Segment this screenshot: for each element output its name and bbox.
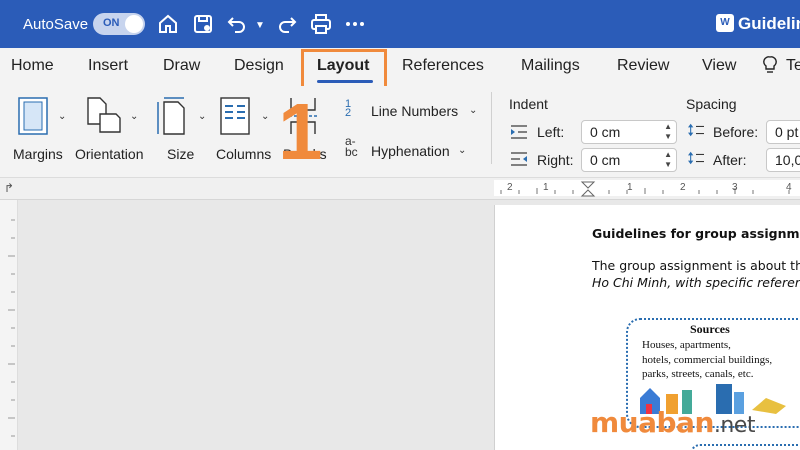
spacing-after-input[interactable]: 10,0: [766, 148, 800, 172]
watermark-brand: muaban: [590, 406, 714, 439]
ribbon-divider: [491, 92, 492, 164]
columns-button[interactable]: ⌄ Columns: [215, 94, 275, 166]
spacing-before-icon: [688, 123, 704, 137]
indent-left-value: 0 cm: [590, 124, 621, 140]
sources-line: Houses, apartments,: [642, 339, 731, 351]
undo-icon[interactable]: [225, 12, 249, 36]
tab-mailings[interactable]: Mailings: [521, 57, 580, 75]
tab-design[interactable]: Design: [234, 57, 284, 75]
document-heading: Guidelines for group assignment:: [592, 226, 800, 241]
autosave-state: ON: [103, 17, 120, 29]
undo-dropdown-icon[interactable]: ▼: [255, 20, 265, 31]
document-paragraph-line: Ho Chi Minh, with specific referen: [592, 275, 800, 290]
ruler-number: 1: [627, 182, 633, 193]
spacing-before-label: Before:: [713, 124, 759, 140]
hyphenation-label: Hyphenation: [371, 143, 450, 159]
watermark-suffix: .net: [713, 413, 756, 438]
more-icon[interactable]: [343, 12, 367, 36]
second-box: [690, 444, 800, 450]
vertical-ruler-ticks: [8, 219, 15, 437]
lightbulb-icon[interactable]: [762, 55, 778, 80]
ruler-ticks: [500, 181, 790, 197]
home-icon[interactable]: [156, 12, 180, 36]
autosave-label: AutoSave: [23, 16, 89, 33]
margins-icon: [18, 97, 48, 135]
indent-right-value: 0 cm: [590, 152, 621, 168]
spacing-before-value: 0 pt: [775, 124, 799, 140]
step-number-annotation: 1: [278, 87, 323, 176]
indent-left-icon: [511, 125, 527, 139]
horizontal-ruler[interactable]: ↱ 2 1 1 2 3 4: [0, 178, 800, 200]
ruler-number: 4: [786, 182, 792, 193]
indent-right-stepper[interactable]: ▲ ▼: [664, 150, 672, 170]
word-app-icon: W: [716, 14, 734, 32]
tab-insert[interactable]: Insert: [88, 57, 128, 75]
margins-dropdown-icon: ⌄: [58, 111, 67, 122]
title-bar: AutoSave ON ▼ W Guidelin: [0, 0, 800, 48]
autosave-toggle[interactable]: ON: [93, 13, 145, 35]
layout-tab-highlight: [301, 49, 387, 91]
margins-label: Margins: [13, 146, 63, 162]
ruler-number: 2: [507, 182, 513, 193]
save-icon[interactable]: [191, 12, 215, 36]
tab-review[interactable]: Review: [617, 57, 669, 75]
hyphenation-dropdown-icon: ⌄: [458, 145, 467, 156]
spacing-after-icon: [688, 151, 704, 165]
ruler-number: 1: [543, 182, 549, 193]
indent-right-label: Right:: [537, 152, 574, 168]
line-numbers-icon: 12: [345, 98, 352, 119]
tab-home[interactable]: Home: [11, 57, 54, 75]
columns-icon: [220, 97, 250, 135]
document-title: Guidelin: [738, 14, 800, 33]
muaban-watermark: muaban.net: [590, 406, 755, 439]
indent-right-icon: [511, 152, 527, 166]
sources-line: hotels, commercial buildings,: [642, 354, 773, 366]
redo-icon[interactable]: [275, 12, 299, 36]
document-paragraph-line: The group assignment is about the: [592, 258, 800, 273]
toggle-knob: [125, 15, 143, 33]
sources-title: Sources: [690, 322, 730, 336]
ruler-number: 3: [732, 182, 738, 193]
orientation-button[interactable]: ⌄ Orientation: [74, 94, 150, 166]
tab-references[interactable]: References: [402, 57, 484, 75]
spacing-before-input[interactable]: 0 pt: [766, 120, 800, 144]
indent-left-label: Left:: [537, 124, 565, 140]
tab-draw[interactable]: Draw: [163, 57, 200, 75]
orientation-icon: [87, 97, 121, 133]
indent-title: Indent: [509, 96, 548, 112]
size-dropdown-icon: ⌄: [198, 111, 207, 122]
vertical-ruler[interactable]: [0, 200, 18, 450]
spacing-after-value: 10,0: [775, 152, 800, 168]
print-icon[interactable]: [309, 12, 333, 36]
ruler-number: 2: [680, 182, 686, 193]
tab-stop-icon[interactable]: ↱: [4, 181, 14, 195]
indent-left-input[interactable]: 0 cm ▲ ▼: [581, 120, 677, 144]
size-button[interactable]: ⌄ Size: [156, 94, 212, 166]
indent-left-stepper[interactable]: ▲ ▼: [664, 122, 672, 142]
line-numbers-label: Line Numbers: [371, 103, 459, 119]
hyphenation-icon: a-bc: [345, 134, 358, 159]
size-icon: [157, 97, 185, 135]
indent-right-input[interactable]: 0 cm ▲ ▼: [581, 148, 677, 172]
spacing-after-label: After:: [713, 152, 747, 168]
columns-dropdown-icon: ⌄: [261, 111, 270, 122]
tab-tell-me[interactable]: Te: [786, 57, 800, 75]
margins-button[interactable]: ⌄ Margins: [12, 94, 74, 166]
line-numbers-dropdown-icon: ⌄: [469, 105, 478, 116]
sources-line: parks, streets, canals, etc.: [642, 368, 754, 380]
size-label: Size: [167, 146, 195, 162]
ribbon-tabs: Home Insert Draw Design Layout Reference…: [0, 48, 800, 86]
orientation-label: Orientation: [75, 146, 144, 162]
columns-label: Columns: [216, 146, 272, 162]
orientation-dropdown-icon: ⌄: [130, 111, 139, 122]
spacing-title: Spacing: [686, 96, 737, 112]
ribbon-layout: ⌄ Margins ⌄ Orientation ⌄ Size ⌄ Columns…: [0, 86, 800, 178]
tab-view[interactable]: View: [702, 57, 736, 75]
